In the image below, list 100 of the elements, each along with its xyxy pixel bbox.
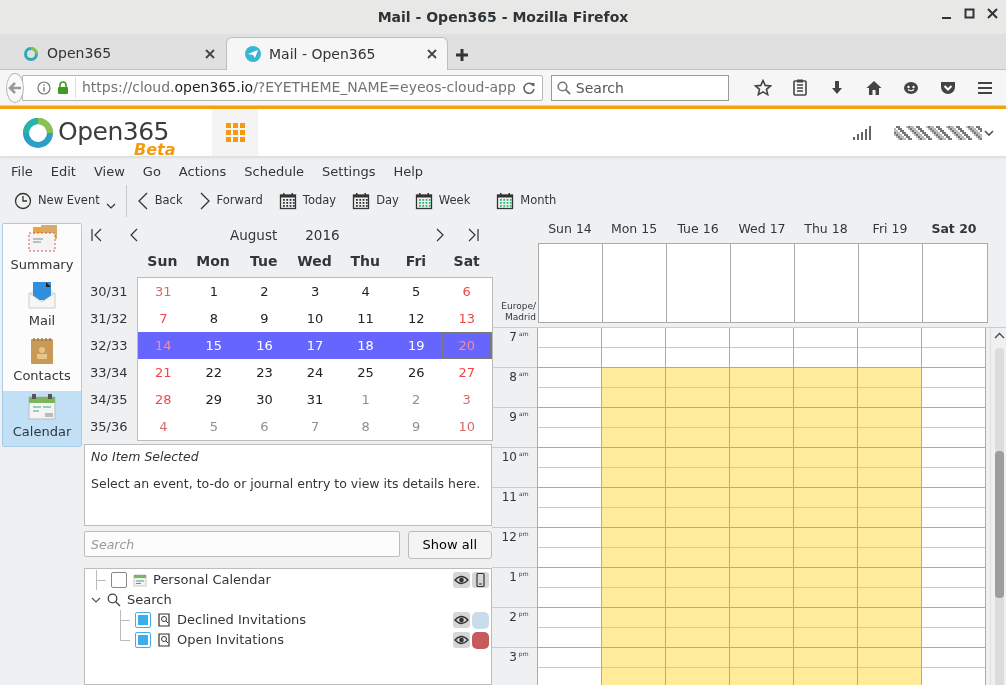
tree-item-label[interactable]: Open Invitations [177, 630, 284, 650]
time-slot[interactable] [537, 608, 601, 648]
working-hours-slot[interactable] [665, 648, 729, 685]
tree-item-label[interactable]: Declined Invitations [177, 610, 307, 630]
calendar-day[interactable]: 18 [340, 332, 391, 359]
calendar-day[interactable]: 10 [289, 305, 341, 332]
time-slot[interactable] [537, 488, 601, 528]
working-hours-slot[interactable] [793, 648, 857, 685]
working-hours-slot[interactable] [793, 608, 857, 648]
time-slot[interactable] [665, 328, 729, 368]
working-hours-slot[interactable] [729, 608, 793, 648]
checkbox[interactable] [135, 632, 151, 648]
menu-item[interactable]: Help [384, 162, 433, 182]
calendar-day[interactable]: 24 [289, 359, 341, 386]
close-icon[interactable] [427, 49, 437, 59]
expand-toggle[interactable] [91, 596, 101, 604]
menu-item[interactable]: Settings [313, 162, 385, 182]
year-label[interactable]: 2016 [305, 224, 340, 246]
day-header[interactable]: Mon 15 [602, 219, 666, 239]
working-hours-slot[interactable] [601, 408, 665, 448]
calendar-day[interactable]: 7 [138, 305, 189, 332]
first-month-button[interactable] [90, 227, 102, 243]
toolbar-button[interactable]: Today [270, 186, 345, 216]
reading-list-icon[interactable] [791, 78, 810, 97]
working-hours-slot[interactable] [665, 488, 729, 528]
maximize-icon[interactable] [964, 8, 975, 19]
time-slot[interactable] [921, 448, 985, 488]
device-toggle[interactable] [472, 572, 489, 588]
working-hours-slot[interactable] [665, 368, 729, 408]
menu-item[interactable]: File [2, 162, 42, 182]
time-slot[interactable] [601, 328, 665, 368]
checkbox[interactable] [111, 572, 127, 588]
day-header[interactable]: Tue 16 [666, 219, 730, 239]
working-hours-slot[interactable] [729, 568, 793, 608]
working-hours-slot[interactable] [857, 568, 921, 608]
calendar-day[interactable]: 13 [441, 305, 493, 332]
calendar-day[interactable]: 30 [239, 386, 290, 413]
time-slot[interactable] [537, 528, 601, 568]
menu-item[interactable]: Actions [169, 162, 236, 182]
toolbar-button[interactable]: Month [488, 186, 565, 216]
day-header[interactable]: Fri 19 [858, 219, 922, 239]
time-slot[interactable] [793, 328, 857, 368]
menu-item[interactable]: View [84, 162, 134, 182]
time-slot[interactable] [921, 408, 985, 448]
tree-item-label[interactable]: Personal Calendar [153, 570, 271, 590]
previous-month-button[interactable] [128, 227, 140, 243]
time-slot[interactable] [537, 568, 601, 608]
calendar-day[interactable]: 4 [138, 413, 189, 440]
toolbar-button[interactable]: Forward [190, 186, 271, 216]
day-header[interactable]: Sat 20 [922, 219, 986, 239]
calendar-day[interactable]: 23 [239, 359, 290, 386]
working-hours-slot[interactable] [793, 448, 857, 488]
time-slot[interactable] [537, 408, 601, 448]
working-hours-slot[interactable] [793, 408, 857, 448]
calendar-day[interactable]: 8 [188, 305, 240, 332]
working-hours-slot[interactable] [601, 568, 665, 608]
calendar-day[interactable]: 27 [441, 359, 493, 386]
calendar-day[interactable]: 6 [441, 278, 493, 305]
calendar-day[interactable]: 2 [239, 278, 290, 305]
time-slot[interactable] [921, 488, 985, 528]
scrollbar-thumb[interactable] [994, 451, 1004, 598]
toolbar-button[interactable]: New Event [6, 186, 124, 216]
working-hours-slot[interactable] [665, 448, 729, 488]
calendar-day[interactable]: 1 [188, 278, 240, 305]
checkbox[interactable] [135, 612, 151, 628]
working-hours-slot[interactable] [665, 608, 729, 648]
working-hours-slot[interactable] [729, 648, 793, 685]
working-hours-slot[interactable] [793, 488, 857, 528]
calendar-day[interactable]: 31 [289, 386, 341, 413]
sidebar-item[interactable]: Calendar [3, 390, 81, 446]
working-hours-slot[interactable] [601, 368, 665, 408]
apps-button[interactable] [212, 109, 258, 156]
working-hours-slot[interactable] [729, 448, 793, 488]
working-hours-slot[interactable] [857, 608, 921, 648]
calendar-day[interactable]: 12 [390, 305, 442, 332]
working-hours-slot[interactable] [601, 488, 665, 528]
menu-item[interactable]: Go [133, 162, 170, 182]
time-slot[interactable] [537, 648, 601, 685]
calendar-day[interactable]: 26 [390, 359, 442, 386]
all-day-area[interactable] [538, 243, 988, 323]
tree-item-label[interactable]: Search [127, 590, 172, 610]
visibility-toggle[interactable] [453, 632, 470, 648]
working-hours-slot[interactable] [665, 568, 729, 608]
time-slot[interactable] [921, 528, 985, 568]
working-hours-slot[interactable] [729, 368, 793, 408]
calendar-day[interactable]: 25 [340, 359, 391, 386]
working-hours-slot[interactable] [857, 448, 921, 488]
toolbar-button[interactable]: Week [406, 186, 479, 216]
working-hours-slot[interactable] [601, 608, 665, 648]
calendar-day[interactable]: 10 [441, 413, 493, 440]
reload-icon[interactable] [521, 80, 536, 95]
time-slot[interactable] [921, 368, 985, 408]
time-slot[interactable] [921, 568, 985, 608]
working-hours-slot[interactable] [793, 528, 857, 568]
close-icon[interactable] [987, 8, 998, 19]
back-button[interactable] [6, 72, 24, 103]
working-hours-slot[interactable] [857, 488, 921, 528]
calendar-day[interactable]: 16 [239, 332, 290, 359]
bookmark-star-icon[interactable] [754, 78, 773, 97]
time-slot[interactable] [729, 328, 793, 368]
